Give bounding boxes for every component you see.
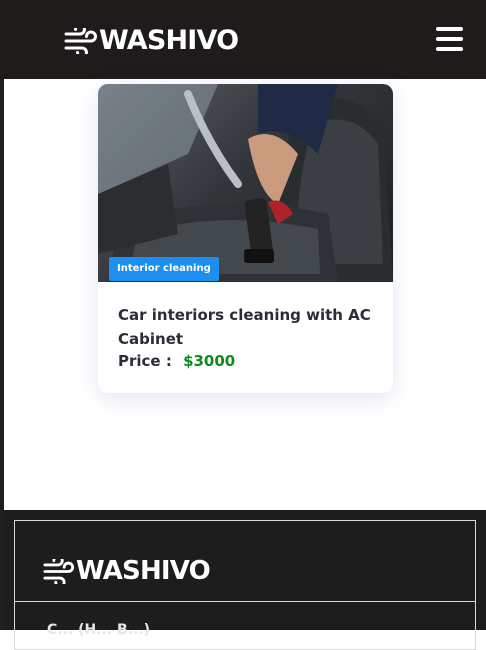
brand-name: WASHIVO: [99, 25, 239, 56]
site-footer: WASHIVO C... (H... B...): [4, 510, 486, 650]
price-value: $3000: [183, 352, 236, 370]
service-title[interactable]: Car interiors cleaning with AC Cabinet: [118, 303, 380, 351]
wind-icon: [43, 558, 75, 584]
footer-brand-name: WASHIVO: [76, 556, 211, 586]
service-card[interactable]: Interior cleaning Car interiors cleaning…: [98, 84, 393, 393]
wind-icon: [64, 28, 97, 54]
price-row: Price : $3000: [118, 350, 235, 372]
footer-partial-text: C... (H... B...): [47, 622, 151, 638]
price-label: Price :: [118, 352, 172, 370]
car-interior-illustration: [98, 84, 393, 282]
footer-divider: [15, 601, 475, 602]
footer-box: WASHIVO C... (H... B...): [14, 520, 476, 650]
footer-brand-logo[interactable]: WASHIVO: [43, 555, 211, 587]
category-badge[interactable]: Interior cleaning: [109, 257, 219, 281]
site-header: WASHIVO: [0, 0, 486, 79]
brand-logo[interactable]: WASHIVO: [64, 24, 239, 58]
hamburger-menu-icon[interactable]: [436, 27, 463, 51]
service-image: Interior cleaning: [98, 84, 393, 282]
